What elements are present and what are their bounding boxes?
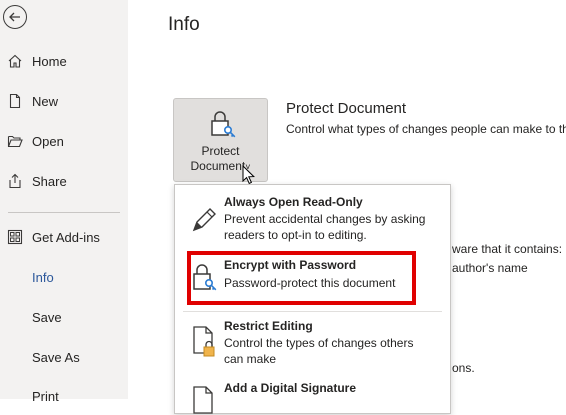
nav-item-save[interactable]: Save xyxy=(0,301,128,333)
menu-item-add-digital-signature[interactable]: Add a Digital Signature xyxy=(175,375,450,415)
nav-item-get-add-ins[interactable]: Get Add-ins xyxy=(0,221,128,253)
menu-item-title: Add a Digital Signature xyxy=(224,381,357,395)
menu-item-always-open-read-only[interactable]: Always Open Read-Only Prevent accidental… xyxy=(175,185,450,245)
new-document-icon xyxy=(9,93,21,109)
highlight-annotation-box xyxy=(187,251,416,305)
nav-item-share[interactable]: Share xyxy=(0,165,128,197)
menu-item-restrict-editing[interactable]: Restrict Editing Control the types of ch… xyxy=(175,313,450,373)
protect-document-description: Control what types of changes people can… xyxy=(286,122,566,136)
nav-item-new[interactable]: New xyxy=(0,85,128,117)
author-text-fragment: author's name xyxy=(452,261,528,275)
nav-item-print[interactable]: Print xyxy=(0,380,128,412)
back-button[interactable] xyxy=(3,5,27,29)
arrow-left-icon xyxy=(9,12,20,22)
lock-key-icon xyxy=(211,111,236,138)
versions-text-fragment: ons. xyxy=(452,361,475,375)
menu-item-description: Prevent accidental changes by asking rea… xyxy=(224,212,426,242)
protect-button-label-line1: Protect xyxy=(201,144,240,158)
menu-item-title: Restrict Editing xyxy=(224,319,313,333)
folder-open-icon xyxy=(7,135,23,148)
home-icon xyxy=(8,54,22,68)
document-lock-icon xyxy=(193,326,215,357)
backstage-nav: Home New Open Share Get Add-ins Info Sav… xyxy=(0,0,128,404)
nav-item-label: Save As xyxy=(32,350,80,365)
nav-item-label: Info xyxy=(32,270,54,285)
nav-item-home[interactable]: Home xyxy=(0,45,128,77)
nav-item-label: New xyxy=(32,94,59,109)
inspect-text-fragment: ware that it contains: xyxy=(452,242,563,256)
nav-item-label: Open xyxy=(32,134,64,149)
mouse-pointer-icon xyxy=(242,165,255,185)
menu-item-title: Always Open Read-Only xyxy=(224,195,363,209)
nav-item-label: Get Add-ins xyxy=(32,230,100,245)
nav-item-save-as[interactable]: Save As xyxy=(0,341,128,373)
pencil-no-edit-icon xyxy=(192,208,216,232)
menu-item-description: Control the types of changes others can … xyxy=(224,336,414,366)
add-ins-grid-icon xyxy=(7,229,23,245)
nav-item-label: Print xyxy=(32,389,59,404)
nav-item-label: Home xyxy=(32,54,67,69)
protect-document-heading: Protect Document xyxy=(286,100,407,117)
nav-item-open[interactable]: Open xyxy=(0,125,128,157)
signature-document-icon xyxy=(193,386,213,414)
nav-item-info[interactable]: Info xyxy=(0,261,128,293)
nav-item-label: Save xyxy=(32,310,62,325)
nav-item-label: Share xyxy=(32,174,67,189)
page-title: Info xyxy=(168,14,200,35)
menu-divider xyxy=(183,311,442,312)
share-icon xyxy=(9,173,21,189)
nav-divider xyxy=(8,212,120,213)
